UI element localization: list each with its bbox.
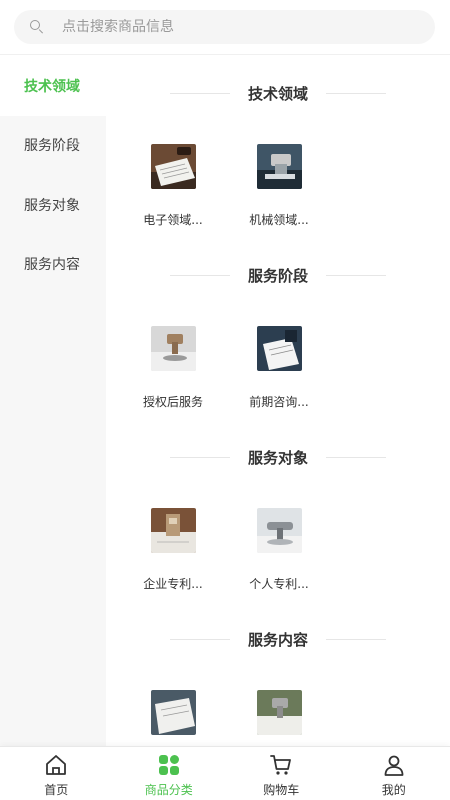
sidebar-item-label: 技术领域 bbox=[24, 78, 80, 95]
product-name: 个人专利... bbox=[249, 577, 309, 591]
product-name: 机械领域... bbox=[249, 213, 309, 227]
tab-category[interactable]: 商品分类 bbox=[113, 747, 226, 800]
tab-label: 我的 bbox=[381, 783, 406, 797]
product-thumbnail bbox=[256, 690, 302, 735]
divider bbox=[326, 92, 386, 94]
divider bbox=[169, 274, 230, 276]
divider bbox=[169, 456, 230, 458]
section-service-stage: 服务阶段 授权后服务 前期咨询... bbox=[106, 256, 450, 420]
section-title: 服务阶段 bbox=[106, 256, 450, 294]
divider bbox=[326, 456, 386, 458]
divider bbox=[326, 638, 386, 640]
category-sidebar: 技术领域 服务阶段 服务对象 服务内容 bbox=[0, 56, 106, 746]
product-name: 前期咨询... bbox=[249, 395, 309, 409]
product-name: 授权后服务 bbox=[142, 395, 203, 409]
product-card[interactable]: 机械领域... bbox=[226, 144, 332, 238]
home-icon bbox=[46, 755, 67, 775]
product-card[interactable]: 授权后服务 bbox=[120, 326, 226, 420]
product-card[interactable]: 电子领域... bbox=[120, 144, 226, 238]
cart-icon bbox=[270, 755, 292, 775]
sidebar-item-service-target[interactable]: 服务对象 bbox=[0, 175, 106, 235]
product-thumbnail bbox=[256, 144, 302, 189]
section-service-target: 服务对象 企业专利... 个人专利... bbox=[106, 438, 450, 602]
divider bbox=[326, 274, 386, 276]
divider bbox=[169, 92, 230, 94]
section-title: 服务内容 bbox=[106, 620, 450, 658]
search-bar bbox=[0, 0, 450, 55]
product-card[interactable]: 个人专利... bbox=[226, 508, 332, 602]
sidebar-item-tech-field[interactable]: 技术领域 bbox=[0, 56, 106, 116]
tab-cart[interactable]: 购物车 bbox=[225, 747, 338, 800]
product-grid: 企业专利... 个人专利... bbox=[106, 508, 450, 602]
search-icon bbox=[30, 20, 44, 34]
product-thumbnail bbox=[150, 144, 196, 189]
section-title-label: 技术领域 bbox=[247, 84, 308, 103]
sidebar-item-label: 服务对象 bbox=[24, 197, 80, 214]
category-icon bbox=[158, 755, 179, 775]
product-grid bbox=[106, 690, 450, 746]
product-name: 电子领域... bbox=[143, 213, 203, 227]
tab-label: 商品分类 bbox=[144, 783, 193, 797]
tab-label: 首页 bbox=[44, 783, 69, 797]
product-list-panel: 技术领域 电子领域... 机械领域... 服务阶段 授权后服务 前期咨询... … bbox=[106, 56, 450, 746]
section-service-content: 服务内容 bbox=[106, 620, 450, 746]
product-thumbnail bbox=[256, 326, 302, 371]
product-thumbnail bbox=[150, 508, 196, 553]
product-card[interactable]: 前期咨询... bbox=[226, 326, 332, 420]
sidebar-item-label: 服务内容 bbox=[24, 257, 80, 274]
tab-home[interactable]: 首页 bbox=[0, 747, 113, 800]
section-title-label: 服务阶段 bbox=[247, 266, 308, 285]
product-grid: 电子领域... 机械领域... bbox=[106, 144, 450, 238]
section-tech-field: 技术领域 电子领域... 机械领域... bbox=[106, 74, 450, 238]
section-title-label: 服务对象 bbox=[247, 448, 308, 467]
section-title-label: 服务内容 bbox=[247, 630, 308, 649]
product-card[interactable] bbox=[120, 690, 226, 746]
section-title: 技术领域 bbox=[106, 74, 450, 112]
product-card[interactable] bbox=[226, 690, 332, 746]
product-grid: 授权后服务 前期咨询... bbox=[106, 326, 450, 420]
product-thumbnail bbox=[150, 690, 196, 735]
sidebar-item-label: 服务阶段 bbox=[24, 138, 80, 155]
tab-profile[interactable]: 我的 bbox=[338, 747, 450, 800]
search-input[interactable] bbox=[62, 19, 402, 35]
sidebar-item-service-content[interactable]: 服务内容 bbox=[0, 235, 106, 295]
bottom-tab-bar: 首页 商品分类 购物车 我的 bbox=[0, 746, 450, 800]
sidebar-item-service-stage[interactable]: 服务阶段 bbox=[0, 116, 106, 176]
section-title: 服务对象 bbox=[106, 438, 450, 476]
tab-label: 购物车 bbox=[263, 783, 300, 797]
search-box[interactable] bbox=[14, 10, 435, 44]
user-icon bbox=[384, 755, 404, 776]
product-name: 企业专利... bbox=[143, 577, 203, 591]
product-thumbnail bbox=[256, 508, 302, 553]
product-thumbnail bbox=[150, 326, 196, 371]
divider bbox=[169, 638, 230, 640]
product-card[interactable]: 企业专利... bbox=[120, 508, 226, 602]
